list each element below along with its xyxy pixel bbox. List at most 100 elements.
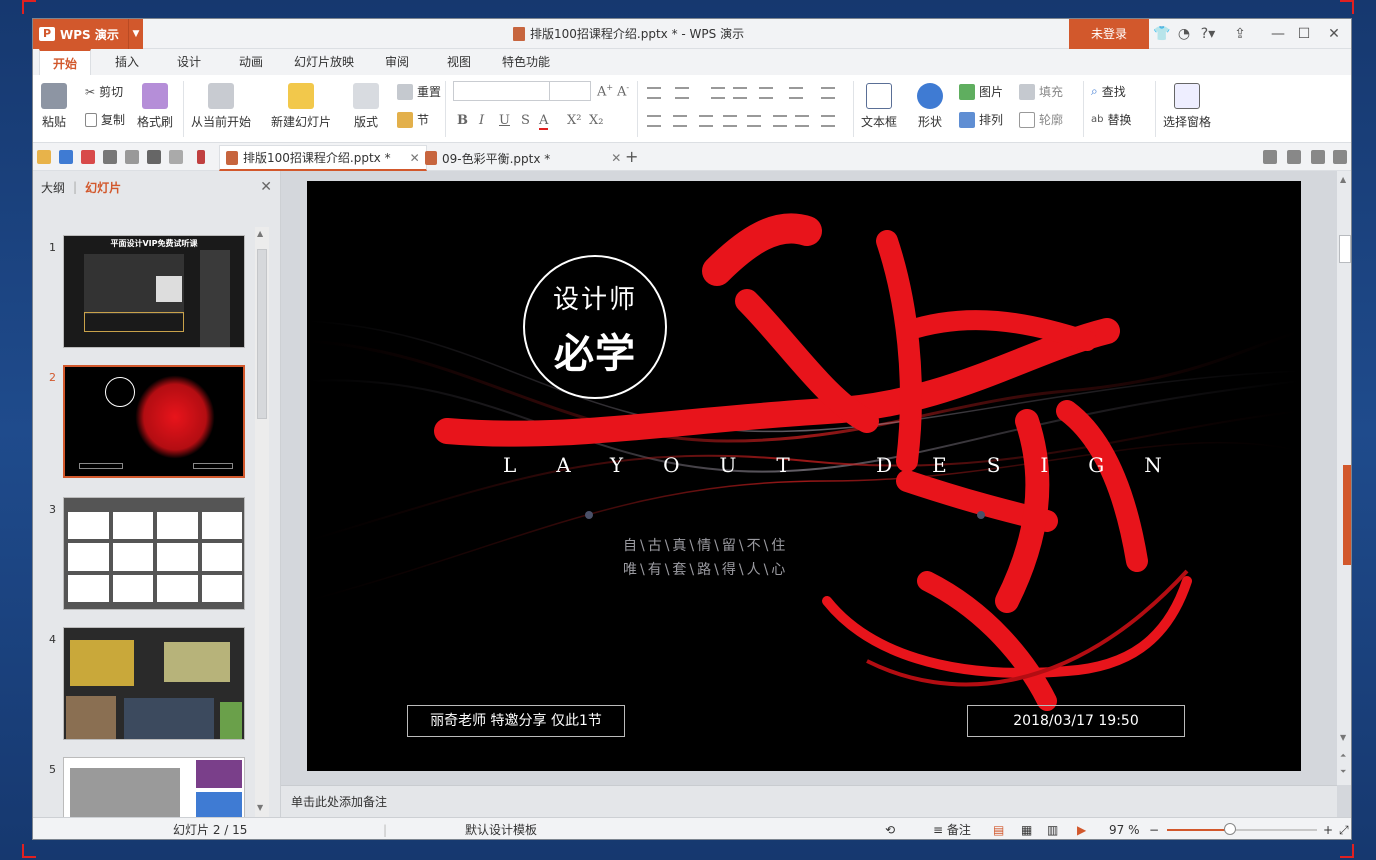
pdf-icon[interactable] [81, 150, 95, 164]
columns-icon[interactable] [789, 87, 803, 99]
outline-button[interactable]: 轮廓 [1019, 111, 1063, 128]
tool-icon[interactable] [1311, 150, 1325, 164]
customize-icon[interactable] [197, 150, 205, 164]
open-icon[interactable] [37, 150, 51, 164]
replace-button[interactable]: ab 替换 [1091, 111, 1132, 128]
slide-thumbnail-3[interactable] [63, 497, 245, 610]
tab-slides[interactable]: 幻灯片 [85, 179, 121, 196]
font-name-select[interactable] [453, 81, 551, 101]
tab-insert[interactable]: 插入 [105, 49, 149, 75]
layout-button[interactable]: 版式 [353, 83, 379, 130]
picture-button[interactable]: 图片 [959, 83, 1003, 100]
minimize-icon[interactable]: — [1269, 25, 1287, 43]
align-left-icon[interactable] [647, 115, 661, 127]
outdent-icon[interactable] [733, 87, 747, 99]
subscript-button[interactable]: X₂ [589, 113, 603, 128]
tool-icon[interactable] [1333, 150, 1347, 164]
tab-home[interactable]: 开始 [39, 49, 91, 75]
save-icon[interactable] [59, 150, 73, 164]
arrange-button[interactable]: 排列 [959, 111, 1003, 128]
scroll-down-icon[interactable]: ▼ [1340, 733, 1346, 742]
distribute-icon[interactable] [747, 115, 761, 127]
zoom-in-icon[interactable]: + [1323, 818, 1333, 839]
close-icon[interactable]: ✕ [1325, 25, 1343, 43]
zoom-slider-knob[interactable] [1224, 823, 1236, 835]
from-current-button[interactable]: 从当前开始 [191, 83, 251, 130]
increase-font-icon[interactable]: A+ [597, 83, 613, 99]
bold-button[interactable]: B [457, 113, 468, 128]
cut-button[interactable]: ✂ 剪切 [85, 83, 123, 100]
underline-button[interactable]: U [499, 113, 510, 128]
preview-icon[interactable] [125, 150, 139, 164]
font-color-button[interactable]: A [539, 113, 549, 130]
shadow-button[interactable]: S [521, 113, 530, 128]
zoom-out-icon[interactable]: − [1149, 818, 1159, 839]
font-size-select[interactable] [549, 81, 591, 101]
history-icon[interactable]: ⟲ [885, 818, 895, 839]
login-button[interactable]: 未登录 [1069, 19, 1149, 49]
justify-icon[interactable] [723, 115, 737, 127]
fit-window-icon[interactable]: ⤢ [1339, 818, 1349, 839]
redo-icon[interactable] [169, 150, 183, 164]
scroll-down-icon[interactable]: ▼ [257, 803, 263, 812]
scroll-up-icon[interactable]: ▲ [1340, 175, 1346, 184]
shirt-icon[interactable]: 👕 [1153, 25, 1171, 43]
notes-toggle[interactable]: ≡ 备注 [933, 818, 971, 839]
tab-slideshow[interactable]: 幻灯片放映 [289, 49, 359, 75]
close-tab-icon[interactable]: ✕ [611, 151, 621, 165]
reset-button[interactable]: 重置 [397, 83, 441, 100]
scroll-thumb[interactable] [1339, 235, 1351, 263]
slide-thumbnail-4[interactable] [63, 627, 245, 740]
tab-review[interactable]: 审阅 [375, 49, 419, 75]
normal-view-icon[interactable]: ▤ [993, 818, 1004, 839]
find-button[interactable]: ⌕ 查找 [1091, 83, 1126, 100]
indent-icon[interactable] [711, 87, 725, 99]
align-right-icon[interactable] [699, 115, 713, 127]
panel-scrollbar[interactable]: ▲ ▼ [255, 227, 269, 817]
notes-input[interactable]: 单击此处添加备注 [281, 785, 1337, 817]
tab-special[interactable]: 特色功能 [495, 49, 557, 75]
paste-button[interactable]: 粘贴 [41, 83, 67, 130]
select-pane-button[interactable]: 选择窗格 [1163, 83, 1211, 130]
zoom-slider[interactable] [1167, 823, 1317, 835]
next-slide-icon[interactable]: ⏷ [1340, 767, 1346, 777]
align-center-icon[interactable] [673, 115, 687, 127]
slide-thumbnail-5[interactable] [63, 757, 245, 819]
decrease-font-icon[interactable]: A- [617, 83, 629, 99]
scroll-thumb[interactable] [257, 249, 267, 419]
italic-button[interactable]: I [479, 113, 484, 128]
app-menu-dropdown[interactable]: ▼ [128, 19, 143, 49]
tool-icon[interactable] [1287, 150, 1301, 164]
new-tab-icon[interactable]: + [625, 147, 638, 166]
line-spacing-icon[interactable] [773, 115, 787, 127]
text-direction-icon[interactable] [759, 87, 773, 99]
new-slide-button[interactable]: 新建幻灯片 [271, 83, 331, 130]
app-menu-button[interactable]: P WPS 演示 [33, 19, 143, 49]
section-button[interactable]: 节 [397, 111, 429, 128]
prev-slide-icon[interactable]: ⏶ [1340, 751, 1346, 761]
copy-button[interactable]: 复制 [85, 111, 125, 128]
current-slide[interactable]: 设计师 必学 套路 LAYOUT DESIGN 自\古\真\情\留\不\住 唯\… [307, 181, 1301, 771]
align-text-icon[interactable] [821, 87, 835, 99]
slideshow-icon[interactable]: ▶ [1077, 818, 1086, 839]
paragraph-more-icon[interactable] [821, 115, 835, 127]
upload-icon[interactable]: ⇪ [1231, 25, 1249, 43]
weibo-icon[interactable]: ◔ [1175, 25, 1193, 43]
fill-button[interactable]: 填充 [1019, 83, 1063, 100]
side-panel-toggle[interactable] [1343, 465, 1351, 565]
doc-tab[interactable]: 09-色彩平衡.pptx * ✕ [419, 145, 627, 171]
text-box-button[interactable]: 文本框 [861, 83, 897, 130]
tab-animation[interactable]: 动画 [229, 49, 273, 75]
tab-design[interactable]: 设计 [167, 49, 211, 75]
tab-view[interactable]: 视图 [437, 49, 481, 75]
format-painter-button[interactable]: 格式刷 [137, 83, 173, 130]
bullet-list-icon[interactable] [647, 87, 661, 99]
slide-thumbnail-2[interactable] [63, 365, 245, 478]
reading-view-icon[interactable]: ▥ [1047, 818, 1058, 839]
close-panel-icon[interactable]: ✕ [260, 179, 272, 195]
tab-outline[interactable]: 大纲 [41, 179, 65, 196]
print-icon[interactable] [103, 150, 117, 164]
shape-button[interactable]: 形状 [917, 83, 943, 130]
slide-sorter-icon[interactable]: ▦ [1021, 818, 1032, 839]
superscript-button[interactable]: X² [567, 113, 581, 128]
